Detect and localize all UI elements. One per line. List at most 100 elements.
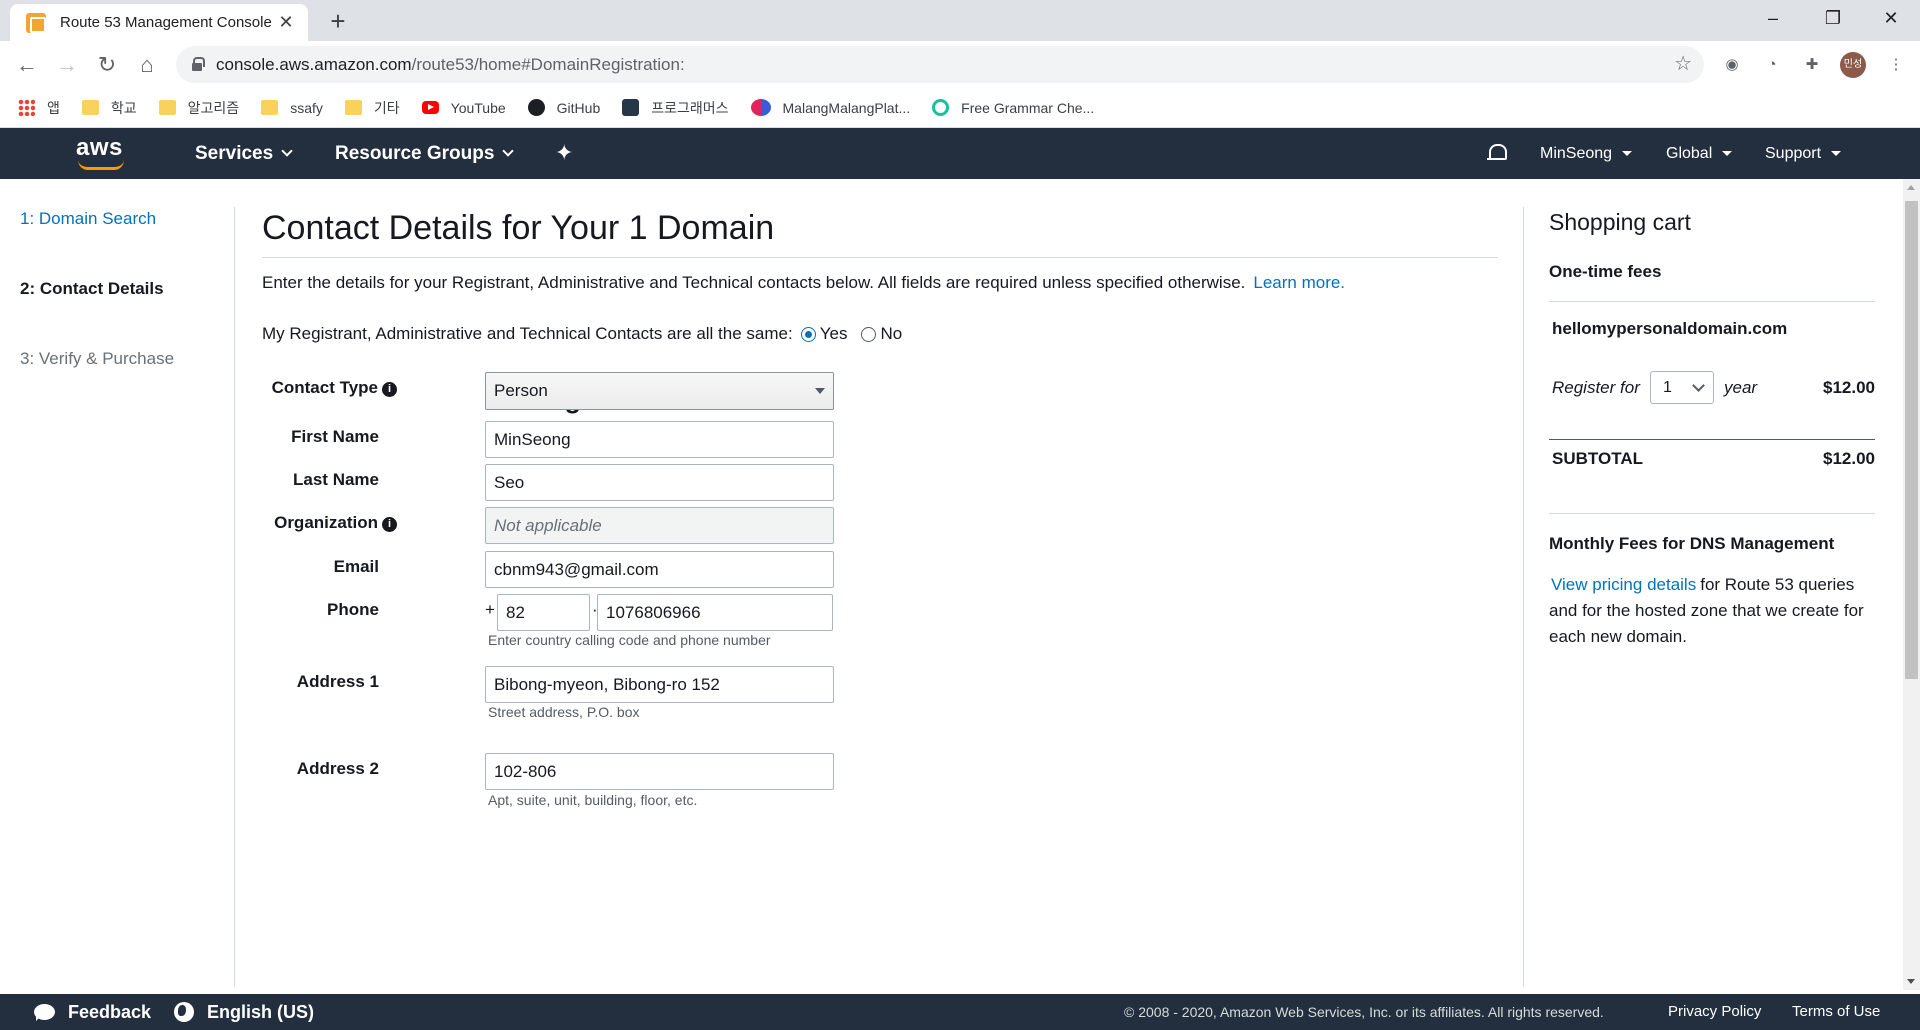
bookmark-programmers[interactable]: 프로그래머스 <box>622 98 729 118</box>
caret-down-icon <box>1831 151 1842 156</box>
phone-number-input[interactable]: 1076806966 <box>597 594 833 631</box>
step-verify-purchase: 3: Verify & Purchase <box>20 349 175 368</box>
close-window-button[interactable]: ✕ <box>1862 0 1920 36</box>
address1-label: Address 1 <box>296 672 379 691</box>
view-pricing-link[interactable]: View pricing details <box>1551 575 1696 594</box>
bookmark-folder-etc[interactable]: 기타 <box>344 98 400 118</box>
bookmark-folder-ssafy[interactable]: ssafy <box>261 100 323 116</box>
no-label[interactable]: No <box>880 324 902 344</box>
puzzle-extensions-icon[interactable]: ✚ <box>1800 53 1824 77</box>
notification-bell-icon[interactable] <box>1487 144 1507 164</box>
services-menu[interactable]: Services <box>195 128 293 179</box>
aws-smile-icon <box>78 160 124 170</box>
account-menu[interactable]: MinSeong <box>1540 128 1633 179</box>
same-contacts-row: My Registrant, Administrative and Techni… <box>262 324 902 344</box>
resource-groups-menu[interactable]: Resource Groups <box>335 128 515 179</box>
scrollbar-thumb[interactable] <box>1905 201 1918 679</box>
region-menu[interactable]: Global <box>1666 128 1733 179</box>
first-name-input[interactable]: MinSeong <box>485 421 834 458</box>
info-icon[interactable]: i <box>382 382 397 397</box>
programmers-icon <box>622 99 640 116</box>
subtotal-rule <box>1549 439 1875 440</box>
cart-rule <box>1549 301 1875 302</box>
organization-input[interactable]: Not applicable <box>485 507 834 544</box>
lock-icon[interactable] <box>192 57 205 71</box>
globe-icon <box>174 1002 194 1022</box>
bookmark-folder-school[interactable]: 학교 <box>81 98 137 118</box>
cart-title: Shopping cart <box>1549 209 1691 235</box>
new-tab-button[interactable]: + <box>322 6 354 36</box>
address2-hint: Apt, suite, unit, building, floor, etc. <box>488 792 698 808</box>
aws-top-nav: aws Services Resource Groups ✦ MinSeong … <box>0 128 1920 179</box>
subtotal-row: SUBTOTAL $12.00 <box>1552 449 1875 469</box>
apps-grid-icon <box>18 99 35 116</box>
same-contacts-no-radio[interactable] <box>861 326 877 342</box>
monthly-fees-heading: Monthly Fees for DNS Management <box>1549 534 1835 553</box>
learn-more-link[interactable]: Learn more. <box>1253 273 1345 292</box>
extension-icon[interactable]: ◉ <box>1720 53 1744 77</box>
register-years-select[interactable]: 1 <box>1650 371 1714 404</box>
phone-plus-sign: + <box>485 600 495 619</box>
scroll-up-arrow-icon[interactable] <box>1907 185 1915 190</box>
address2-input[interactable]: 102-806 <box>485 753 834 790</box>
terms-of-use-link[interactable]: Terms of Use <box>1792 994 1880 1030</box>
page-scrollbar[interactable] <box>1903 179 1920 990</box>
sync-extension-icon[interactable]: ◔ <box>1760 53 1784 77</box>
back-arrow-icon[interactable]: ← <box>11 49 43 81</box>
bookmark-apps[interactable]: 앱 <box>18 98 60 118</box>
bookmark-folder-algorithm[interactable]: 알고리즘 <box>158 98 239 118</box>
pin-icon[interactable]: ✦ <box>555 140 573 166</box>
home-icon[interactable]: ⌂ <box>131 49 163 81</box>
domain-price: $12.00 <box>1823 378 1875 397</box>
bookmark-malangmalang[interactable]: MalangMalangPlat... <box>750 99 910 116</box>
page-title: Contact Details for Your 1 Domain <box>262 209 775 247</box>
forward-arrow-icon[interactable]: → <box>51 49 83 81</box>
intro-text: Enter the details for your Registrant, A… <box>262 273 1346 292</box>
reload-icon[interactable]: ↻ <box>91 49 123 81</box>
first-name-label: First Name <box>291 427 379 446</box>
browser-tab[interactable]: Route 53 Management Console ✕ <box>10 4 308 41</box>
bookmark-youtube[interactable]: YouTube <box>421 100 506 116</box>
bookmarks-bar: 앱 학교 알고리즘 ssafy 기타 YouTube GitHub 프로그래머스… <box>0 88 1920 128</box>
url-text[interactable]: console.aws.amazon.com/route53/home#Doma… <box>216 46 685 83</box>
cart-domain-name: hellomypersonaldomain.com <box>1552 319 1788 338</box>
privacy-policy-link[interactable]: Privacy Policy <box>1668 994 1761 1030</box>
folder-icon <box>261 100 279 115</box>
chevron-down-icon <box>502 145 515 157</box>
wizard-steps: 1: Domain Search 2: Contact Details 3: V… <box>0 179 235 990</box>
subtotal-amount: $12.00 <box>1823 449 1875 468</box>
scroll-down-arrow-icon[interactable] <box>1907 979 1915 984</box>
minimize-window-button[interactable]: – <box>1744 0 1802 36</box>
organization-label: Organization i <box>142 513 397 533</box>
bookmark-grammarly[interactable]: Free Grammar Che... <box>932 99 1094 116</box>
close-tab-icon[interactable]: ✕ <box>276 12 296 33</box>
grammarly-icon <box>932 99 950 116</box>
feedback-button[interactable]: Feedback <box>68 994 151 1030</box>
restore-window-button[interactable]: ❐ <box>1804 0 1862 36</box>
caret-down-icon <box>1622 151 1633 156</box>
cart-divider <box>1523 207 1524 987</box>
bookmark-github[interactable]: GitHub <box>527 99 600 116</box>
address1-input[interactable]: Bibong-myeon, Bibong-ro 152 <box>485 666 834 703</box>
contact-type-select[interactable]: Person <box>485 372 834 410</box>
menu-kebab-icon[interactable]: ⋮ <box>1884 53 1908 77</box>
info-icon[interactable]: i <box>382 517 397 532</box>
last-name-input[interactable]: Seo <box>485 464 834 501</box>
bookmark-star-icon[interactable]: ☆ <box>1674 46 1692 83</box>
year-label: year <box>1724 378 1758 397</box>
phone-country-code-input[interactable]: 82 <box>497 594 590 631</box>
language-selector[interactable]: English (US) <box>207 994 314 1030</box>
caret-down-icon <box>1722 151 1733 156</box>
aws-logo[interactable]: aws <box>76 134 126 170</box>
step-domain-search[interactable]: 1: Domain Search <box>20 209 156 229</box>
same-contacts-yes-radio[interactable] <box>800 326 816 342</box>
profile-avatar[interactable]: 민성 <box>1840 52 1866 78</box>
email-input[interactable]: cbnm943@gmail.com <box>485 551 834 588</box>
yes-label[interactable]: Yes <box>820 324 848 344</box>
support-menu[interactable]: Support <box>1765 128 1842 179</box>
copyright-text: © 2008 - 2020, Amazon Web Services, Inc.… <box>1124 1004 1604 1020</box>
one-time-fees-heading: One-time fees <box>1549 262 1662 281</box>
malang-icon <box>750 99 771 116</box>
title-divider <box>262 257 1498 258</box>
address-bar[interactable]: console.aws.amazon.com/route53/home#Doma… <box>176 46 1704 83</box>
